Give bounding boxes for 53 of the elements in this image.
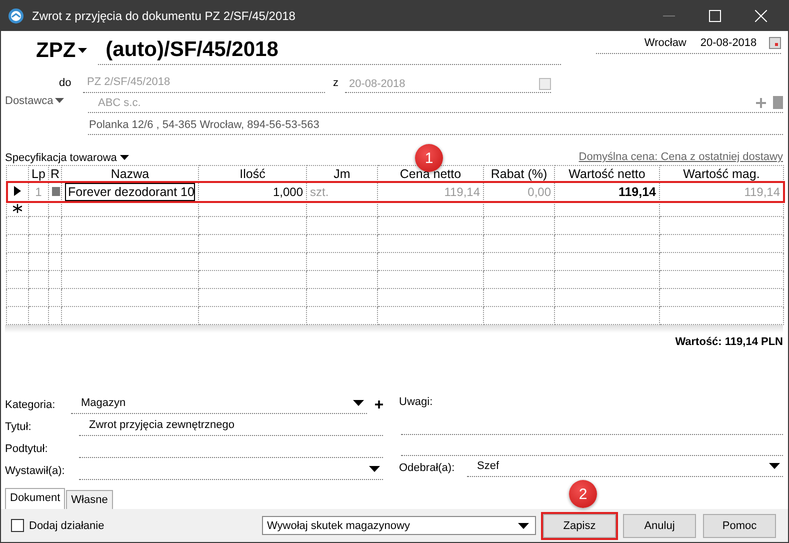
document-number-field[interactable]: (auto)/SF/45/2018 bbox=[98, 38, 561, 65]
caret-icon[interactable] bbox=[352, 400, 364, 406]
calendar-icon[interactable] bbox=[768, 37, 781, 49]
tab[interactable]: Własne bbox=[66, 490, 113, 509]
checkbox-label[interactable]: Dodaj działanie bbox=[29, 520, 104, 532]
window-title: Zwrot z przyjęcia do dokumentu PZ 2/SF/45/2018 bbox=[32, 8, 296, 22]
new-row-icon bbox=[13, 204, 22, 213]
caret-icon[interactable] bbox=[55, 98, 64, 104]
place-date-field[interactable]: Wrocław 20-08-2018 bbox=[596, 37, 781, 54]
supplier-address-field[interactable]: Polanka 12/6 , 54-365 Wrocław, 894-56-53-563 bbox=[88, 119, 783, 135]
text-field[interactable]: Zwrot przyjęcia zewnętrznego bbox=[79, 418, 383, 436]
document-type-dropdown[interactable]: ZPZ bbox=[36, 39, 87, 65]
column-header[interactable]: Lp bbox=[28, 166, 48, 182]
dialog-button[interactable]: Zapisz bbox=[543, 514, 616, 538]
caret-icon[interactable] bbox=[78, 48, 87, 54]
default-price-link[interactable]: Domyślna cena: Cena z ostatniej dostawy bbox=[578, 151, 783, 165]
close-icon[interactable] bbox=[755, 10, 767, 22]
field-label: Wystawił(a): bbox=[5, 465, 66, 479]
column-header[interactable]: Wartość netto bbox=[554, 166, 660, 182]
caret-icon[interactable] bbox=[120, 155, 129, 161]
product-name-input[interactable]: Forever dezodorant 10 bbox=[65, 182, 195, 200]
row-pointer-icon bbox=[14, 186, 21, 196]
dropdown-field[interactable]: Szef bbox=[467, 459, 783, 477]
field-label: do bbox=[59, 77, 72, 91]
caret-icon[interactable] bbox=[769, 463, 780, 469]
field-label: Uwagi: bbox=[399, 396, 434, 410]
supplier-dropdown[interactable]: Dostawca bbox=[5, 93, 88, 107]
field-label: Odebrał(a): bbox=[399, 462, 456, 476]
column-header[interactable]: Jm bbox=[306, 166, 378, 182]
action-dropdown[interactable]: Wywołaj skutek magazynowy bbox=[262, 516, 536, 535]
app-logo-icon bbox=[8, 8, 24, 24]
tab[interactable]: Dokument bbox=[5, 488, 66, 509]
column-header[interactable]: Wartość mag. bbox=[660, 166, 784, 182]
maximize-icon[interactable] bbox=[709, 10, 721, 22]
checkbox[interactable] bbox=[11, 519, 24, 532]
add-icon[interactable] bbox=[374, 400, 383, 409]
dialog-button[interactable]: Anuluj bbox=[623, 514, 696, 538]
total-value: Wartość: 119,14 PLN bbox=[674, 336, 783, 348]
specification-dropdown[interactable]: Specyfikacja towarowa bbox=[5, 151, 129, 165]
status-square-icon bbox=[52, 186, 60, 196]
field-label: Podtytuł: bbox=[5, 443, 49, 457]
caret-icon[interactable] bbox=[369, 466, 380, 472]
dropdown-field[interactable]: Magazyn bbox=[70, 396, 367, 414]
field-label: z bbox=[333, 77, 340, 91]
caret-icon[interactable] bbox=[518, 522, 529, 528]
field-label: Tytuł: bbox=[5, 421, 32, 435]
column-header[interactable]: Rabat (%) bbox=[484, 166, 554, 182]
dialog-button[interactable]: Pomoc bbox=[703, 514, 776, 538]
column-header[interactable]: Nazwa bbox=[62, 166, 198, 182]
table-row[interactable]: 1 Forever dezodorant 10 1,000 szt. 119,14 0,00 119,14 119,14 bbox=[6, 182, 784, 202]
column-header[interactable]: R bbox=[48, 166, 62, 182]
field-label: Kategoria: bbox=[5, 399, 56, 413]
column-header[interactable]: Ilość bbox=[198, 166, 306, 182]
